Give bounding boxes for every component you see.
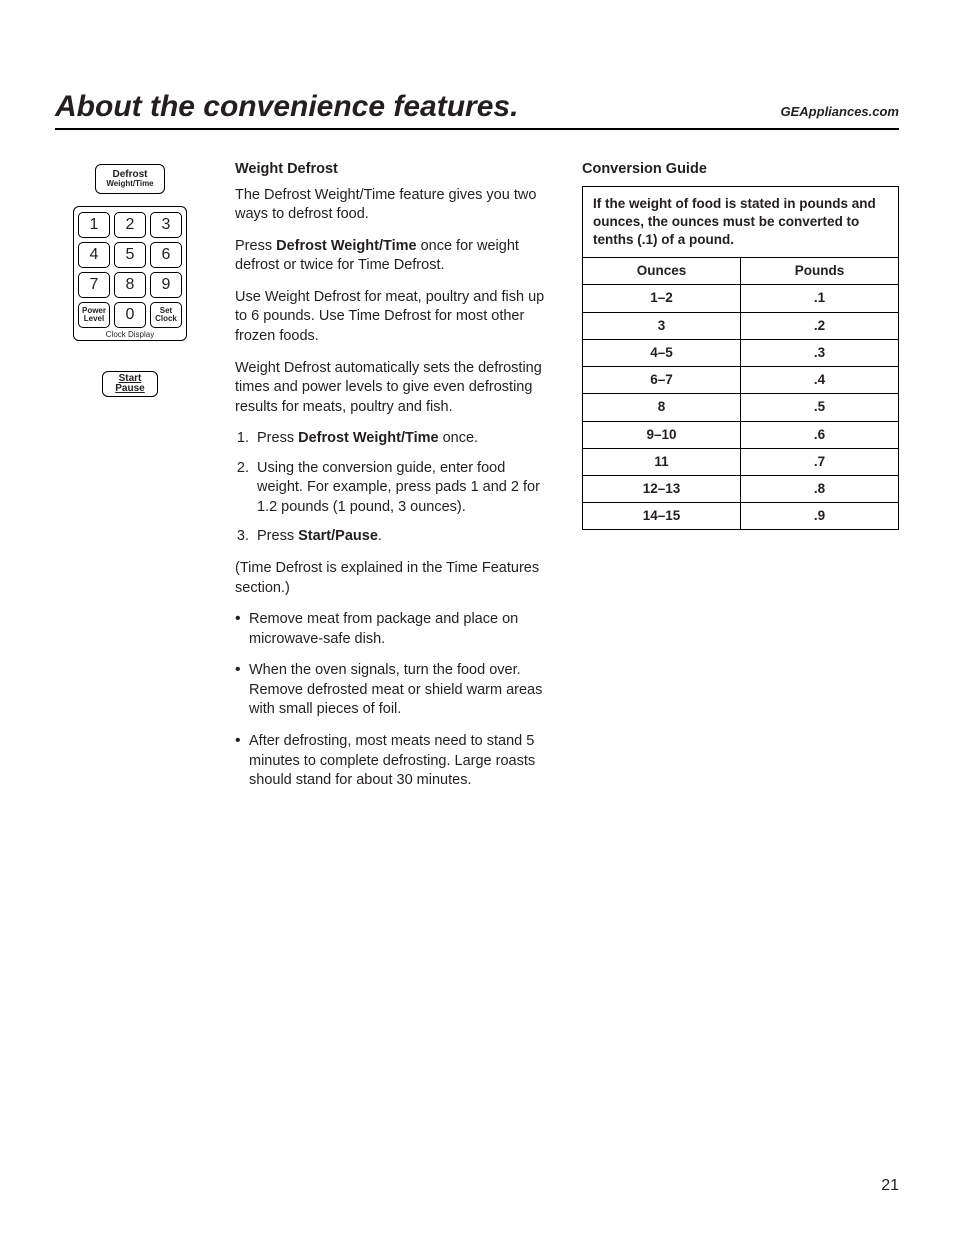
- key-2: 2: [114, 212, 146, 238]
- key-5: 5: [114, 242, 146, 268]
- key-set-clock: Set Clock: [150, 302, 182, 328]
- table-row: 6–7.4: [583, 367, 899, 394]
- table-row: 3.2: [583, 312, 899, 339]
- conversion-guide-heading: Conversion Guide: [582, 160, 899, 180]
- page-title: About the convenience features.: [55, 90, 518, 124]
- tips-list: Remove meat from package and place on mi…: [235, 610, 552, 791]
- key-power-level: Power Level: [78, 302, 110, 328]
- table-row: 1–2.1: [583, 285, 899, 312]
- p-intro: The Defrost Weight/Time feature gives yo…: [235, 186, 552, 225]
- keypad-frame: 1 2 3 4 5 6 7 8 9 Power Level 0 Set Cloc…: [73, 206, 187, 341]
- p-note: (Time Defrost is explained in the Time F…: [235, 559, 552, 598]
- key-0: 0: [114, 302, 146, 328]
- table-row: 9–10.6: [583, 421, 899, 448]
- key-8: 8: [114, 272, 146, 298]
- key-3: 3: [150, 212, 182, 238]
- table-row: 14–15.9: [583, 503, 899, 530]
- table-row: 12–13.8: [583, 475, 899, 502]
- table-row: 11.7: [583, 448, 899, 475]
- tip-2: When the oven signals, turn the food ove…: [235, 661, 552, 720]
- clock-display-label: Clock Display: [74, 330, 186, 339]
- tip-1: Remove meat from package and place on mi…: [235, 610, 552, 649]
- key-4: 4: [78, 242, 110, 268]
- step-3: Press Start/Pause.: [253, 527, 552, 547]
- key-7: 7: [78, 272, 110, 298]
- weight-defrost-heading: Weight Defrost: [235, 160, 552, 180]
- page-header: About the convenience features. GEApplia…: [55, 90, 899, 130]
- conversion-table: If the weight of food is stated in pound…: [582, 186, 899, 531]
- th-pounds: Pounds: [741, 258, 899, 285]
- main-columns: Weight Defrost The Defrost Weight/Time f…: [235, 160, 899, 803]
- defrost-label-2: Weight/Time: [106, 180, 153, 188]
- p-use: Use Weight Defrost for meat, poultry and…: [235, 288, 552, 347]
- key-1: 1: [78, 212, 110, 238]
- key-9: 9: [150, 272, 182, 298]
- steps-list: Press Defrost Weight/Time once. Using th…: [235, 429, 552, 547]
- right-column: Conversion Guide If the weight of food i…: [582, 160, 899, 803]
- table-caption: If the weight of food is stated in pound…: [583, 186, 899, 258]
- content: Defrost Weight/Time 1 2 3 4 5 6 7 8 9 Po…: [55, 160, 899, 803]
- step-1: Press Defrost Weight/Time once.: [253, 429, 552, 449]
- site-link: GEAppliances.com: [781, 104, 899, 119]
- p-auto: Weight Defrost automatically sets the de…: [235, 359, 552, 418]
- defrost-button: Defrost Weight/Time: [95, 164, 165, 194]
- page-number: 21: [881, 1177, 899, 1195]
- start-pause-button: Start Pause: [102, 371, 158, 397]
- left-column: Weight Defrost The Defrost Weight/Time f…: [235, 160, 552, 803]
- p-press: Press Defrost Weight/Time once for weigh…: [235, 237, 552, 276]
- tip-3: After defrosting, most meats need to sta…: [235, 732, 552, 791]
- keypad: 1 2 3 4 5 6 7 8 9 Power Level 0 Set Cloc…: [78, 212, 182, 328]
- table-row: 4–5.3: [583, 339, 899, 366]
- table-row: 8.5: [583, 394, 899, 421]
- keypad-sidebar: Defrost Weight/Time 1 2 3 4 5 6 7 8 9 Po…: [55, 160, 205, 397]
- step-2: Using the conversion guide, enter food w…: [253, 459, 552, 518]
- key-6: 6: [150, 242, 182, 268]
- th-ounces: Ounces: [583, 258, 741, 285]
